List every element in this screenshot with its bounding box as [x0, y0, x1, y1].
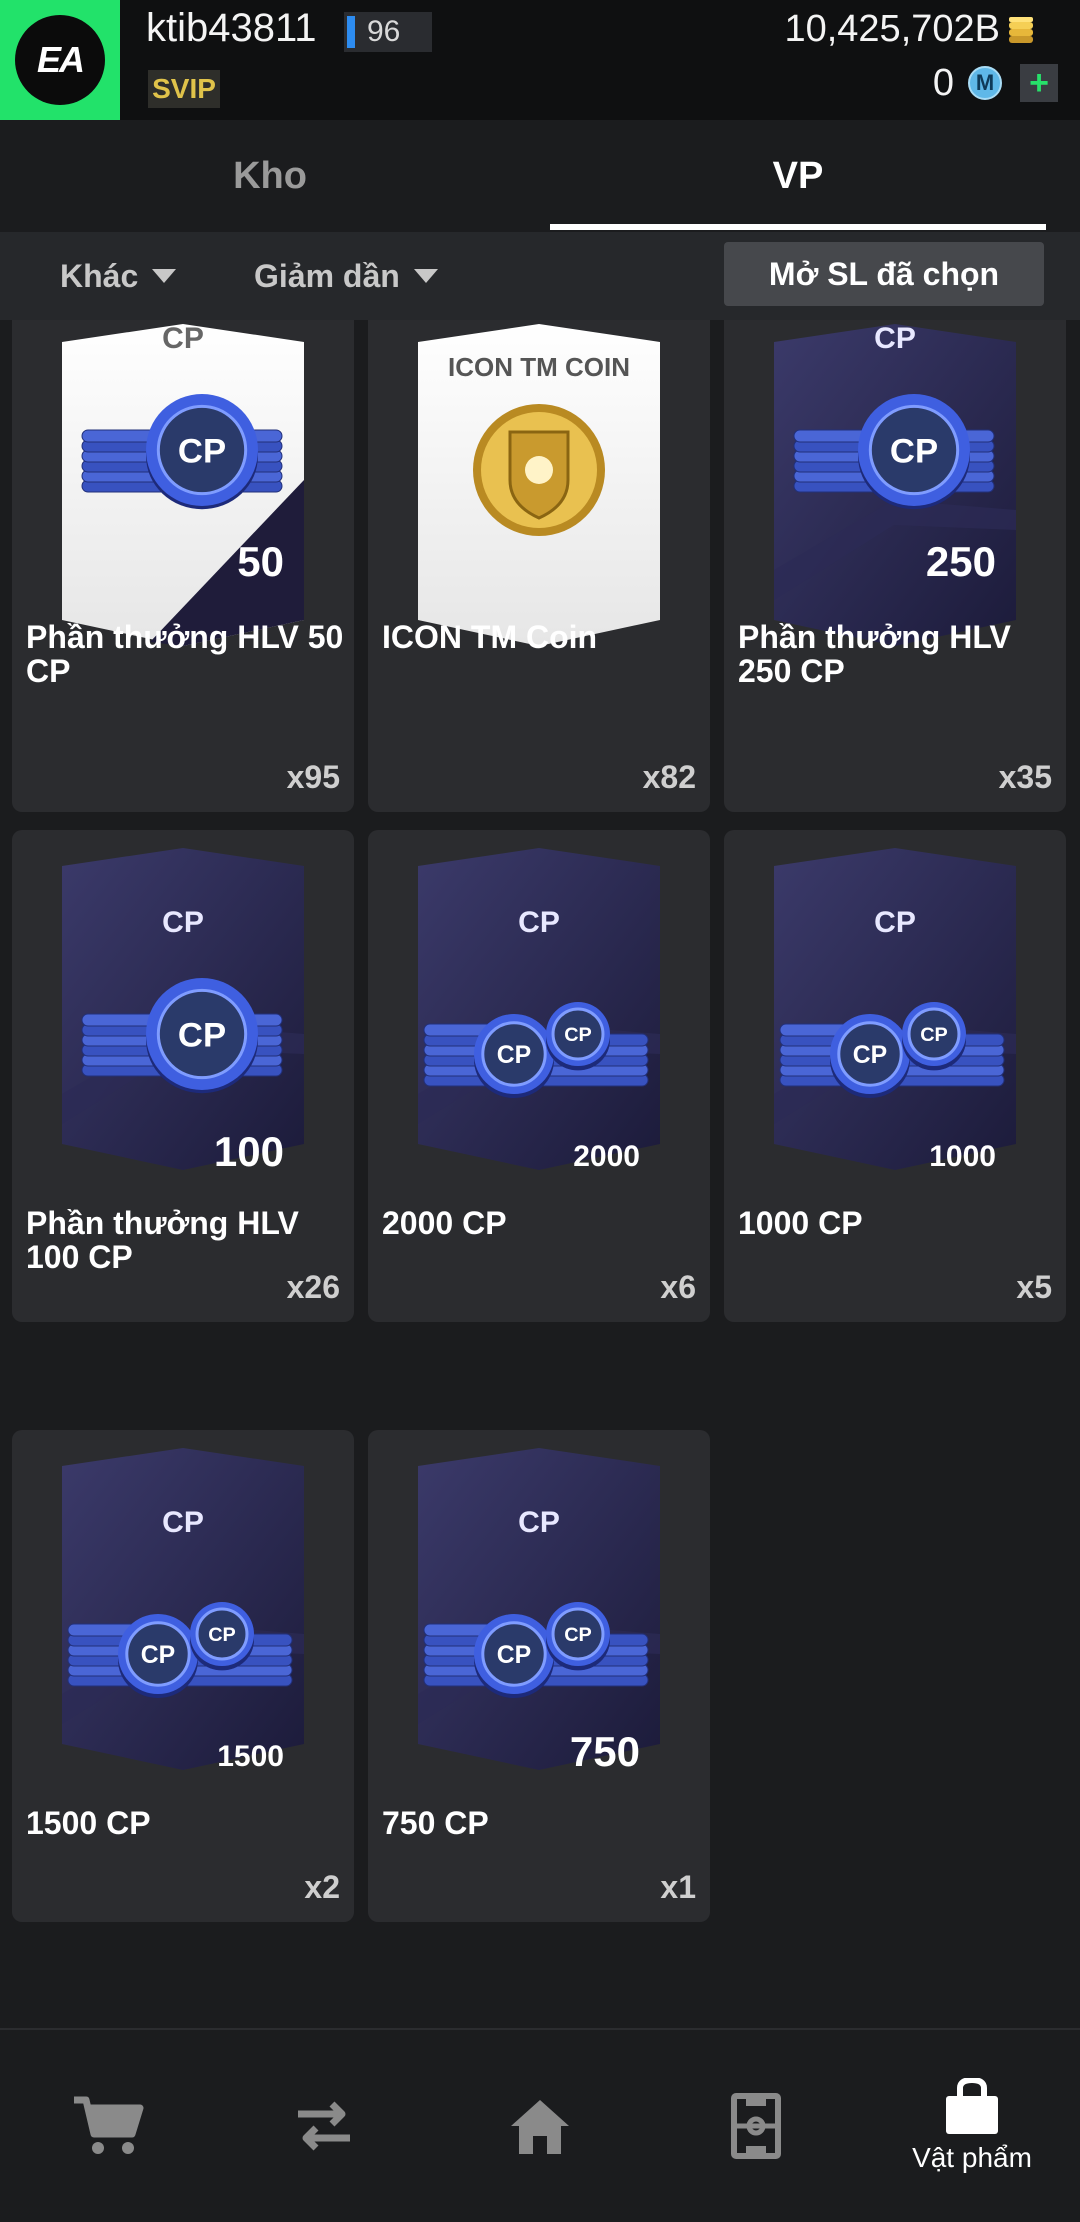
cp-card-icon: CP CP 250 — [774, 322, 1016, 646]
item-card[interactable]: CP CP CP 1000 1000 CP x5 — [724, 830, 1066, 1322]
cp-card-icon: CP CP CP 2000 — [418, 848, 660, 1173]
item-quantity: x82 — [642, 759, 696, 795]
svg-text:750: 750 — [570, 1728, 640, 1774]
coin-balance: 10,425,702B — [784, 8, 1000, 50]
item-card[interactable]: CP CP 50 Phần thưởng HLV 50 CP x95 — [12, 320, 354, 812]
svg-text:CP: CP — [178, 432, 226, 470]
item-name: 1000 CP — [738, 1205, 863, 1241]
mcoin-balance: 0 — [932, 62, 954, 104]
top-bar: EA ktib43811 96 SVIP 10,425,702B 0 M + — [0, 0, 1080, 120]
chevron-down-icon — [413, 269, 438, 283]
nav-transfer[interactable] — [216, 2030, 432, 2222]
item-grid: CP CP 50 Phần thưởng HLV 50 CP x95 ICON TM … — [0, 320, 1080, 2028]
svg-text:CP: CP — [497, 1642, 531, 1669]
svg-text:CP: CP — [208, 1624, 236, 1646]
svg-text:2000: 2000 — [573, 1140, 640, 1173]
icon-tm-coin-card-icon: ICON TM COIN — [418, 324, 660, 646]
cart-icon — [74, 2096, 144, 2154]
item-quantity: x2 — [304, 1869, 340, 1905]
item-quantity: x5 — [1016, 1269, 1052, 1305]
cp-card-icon: CP CP 50 — [62, 322, 304, 646]
nav-shop[interactable] — [0, 2030, 216, 2222]
nav-items-label: Vật phẩm — [912, 2142, 1032, 2173]
svg-text:CP: CP — [564, 1624, 592, 1646]
vip-badge[interactable]: SVIP — [148, 70, 220, 108]
ea-logo-icon: EA — [15, 15, 105, 105]
item-card[interactable]: CP CP CP 2000 2000 CP x6 — [368, 830, 710, 1322]
svg-text:CP: CP — [162, 322, 204, 355]
svg-text:CP: CP — [141, 1642, 175, 1669]
username[interactable]: ktib43811 — [146, 6, 317, 51]
ea-logo-button[interactable]: EA — [0, 0, 120, 120]
svg-text:50: 50 — [237, 538, 284, 585]
filter-bar: Khác Giảm dần Mở SL đã chọn — [0, 232, 1080, 320]
level-bar-icon — [347, 16, 355, 48]
item-card[interactable]: CP CP CP 750 750 CP x1 — [368, 1430, 710, 1922]
item-name: Phần thưởng HLV 100 CP — [26, 1205, 299, 1275]
svg-text:CP: CP — [920, 1024, 948, 1046]
level-badge: 96 — [344, 12, 432, 52]
svg-text:1000: 1000 — [929, 1140, 996, 1173]
cp-card-icon: CP CP CP 1500 — [62, 1448, 304, 1773]
svg-text:ICON TM COIN: ICON TM COIN — [448, 352, 630, 382]
svg-text:CP: CP — [518, 906, 560, 939]
item-quantity: x35 — [998, 759, 1052, 795]
sort-label: Giảm dần — [254, 257, 400, 294]
svg-text:CP: CP — [518, 1506, 560, 1539]
item-card[interactable]: ICON TM COIN ICON TM Coin x82 — [368, 320, 710, 812]
item-name: ICON TM Coin — [382, 619, 598, 655]
nav-squad[interactable] — [648, 2030, 864, 2222]
item-card[interactable]: CP CP CP 1500 1500 CP x2 — [12, 1430, 354, 1922]
level-number: 96 — [367, 15, 401, 48]
coin-stack-icon — [1009, 17, 1033, 43]
active-tab-indicator — [550, 224, 1046, 230]
tab-bar: Kho VP — [0, 120, 1080, 232]
svg-text:CP: CP — [874, 322, 916, 355]
tab-vp[interactable]: VP — [550, 120, 1046, 232]
bag-icon — [946, 2078, 998, 2134]
svg-text:CP: CP — [853, 1042, 887, 1069]
sort-dropdown[interactable]: Giảm dần — [254, 232, 438, 320]
item-quantity: x1 — [660, 1869, 696, 1905]
item-quantity: x6 — [660, 1269, 696, 1305]
open-selected-button[interactable]: Mở SL đã chọn — [724, 242, 1044, 306]
nav-home[interactable] — [432, 2030, 648, 2222]
svg-text:CP: CP — [178, 1016, 226, 1054]
item-name: 750 CP — [382, 1805, 489, 1841]
item-name: 2000 CP — [382, 1205, 507, 1241]
type-filter-label: Khác — [60, 257, 139, 294]
item-card[interactable]: CP CP 100 Phần thưởng HLV 100 CP x26 — [12, 830, 354, 1322]
mcoin-icon: M — [968, 66, 1002, 100]
item-name: 1500 CP — [26, 1805, 151, 1841]
item-name: Phần thưởng HLV 250 CP — [738, 619, 1011, 689]
svg-text:1500: 1500 — [217, 1740, 284, 1773]
chevron-down-icon — [152, 269, 177, 283]
svg-text:CP: CP — [162, 1506, 204, 1539]
type-filter-dropdown[interactable]: Khác — [60, 232, 177, 320]
item-name: Phần thưởng HLV 50 CP — [26, 619, 344, 689]
svg-text:CP: CP — [497, 1042, 531, 1069]
nav-items[interactable]: Vật phẩm — [864, 2030, 1080, 2222]
pitch-icon — [731, 2093, 781, 2159]
cp-card-icon: CP CP CP 750 — [418, 1448, 660, 1774]
svg-text:CP: CP — [890, 432, 938, 470]
tab-kho[interactable]: Kho — [0, 120, 540, 232]
svg-text:250: 250 — [926, 538, 996, 585]
add-currency-button[interactable]: + — [1020, 64, 1058, 102]
item-quantity: x26 — [286, 1269, 340, 1305]
bottom-nav: Vật phẩm — [0, 2028, 1080, 2222]
svg-text:100: 100 — [214, 1128, 284, 1174]
item-quantity: x95 — [286, 759, 340, 795]
item-card[interactable]: CP CP 250 Phần thưởng HLV 250 CP x35 — [724, 320, 1066, 812]
cp-card-icon: CP CP 100 — [62, 848, 304, 1174]
svg-text:CP: CP — [564, 1024, 592, 1046]
svg-text:CP: CP — [874, 906, 916, 939]
cp-card-icon: CP CP CP 1000 — [774, 848, 1016, 1173]
home-icon — [511, 2100, 569, 2154]
svg-text:CP: CP — [162, 906, 204, 939]
transfer-icon — [298, 2101, 350, 2151]
